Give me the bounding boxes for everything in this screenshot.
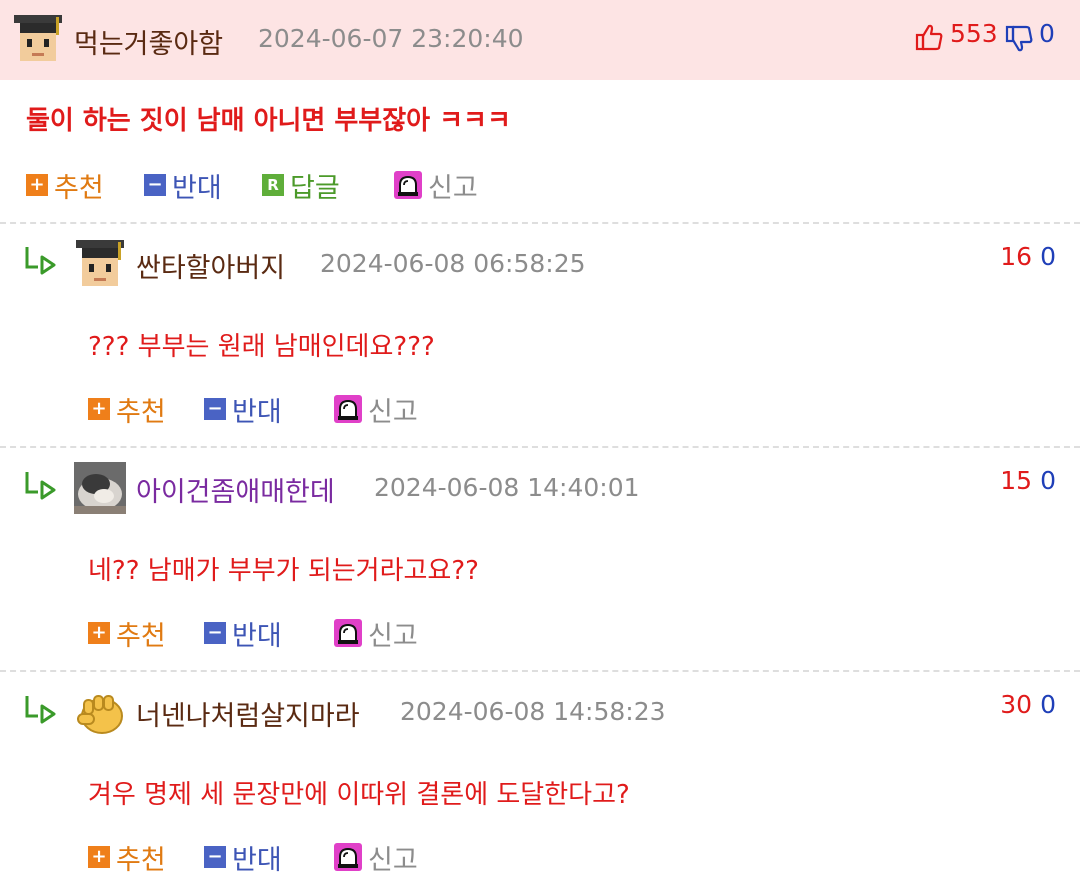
divider — [0, 222, 1080, 224]
plus-icon: + — [26, 174, 48, 196]
scholar-avatar-icon[interactable] — [12, 13, 64, 65]
minus-icon: − — [204, 398, 226, 420]
main-upvote-count: 553 — [950, 19, 998, 48]
siren-icon — [394, 171, 422, 199]
upvote-count: 16 — [1000, 242, 1033, 271]
reply-author-name[interactable]: 아이건좀애매한데 — [136, 470, 335, 509]
reply-actions: + 추천 − 반대 신고 — [88, 616, 468, 652]
downvote-count: 0 — [1040, 242, 1056, 271]
reply-author-name[interactable]: 너넨나처럼살지마라 — [136, 694, 360, 733]
downvote-count: 0 — [1040, 690, 1056, 719]
reply-vote-counts: 16 0 — [1000, 242, 1056, 271]
divider — [0, 446, 1080, 448]
scholar-avatar-icon[interactable] — [74, 238, 126, 290]
main-comment-header: 먹는거좋아함 2024-06-07 23:20:40 553 0 — [0, 0, 1080, 80]
reply-actions: + 추천 − 반대 신고 — [88, 840, 468, 876]
reply-text: ??? 부부는 원래 남매인데요??? — [88, 332, 435, 362]
reply-vote-counts: 30 0 — [1000, 690, 1056, 719]
reply-date: 2024-06-08 06:58:25 — [320, 249, 586, 278]
report-button[interactable]: 신고 — [334, 616, 418, 652]
comment-thread: 먹는거좋아함 2024-06-07 23:20:40 553 0 둘이 하는 짓… — [0, 0, 1080, 891]
recommend-button[interactable]: + 추천 — [26, 168, 104, 204]
reply-actions: + 추천 − 반대 신고 — [88, 392, 468, 428]
upvote-count: 30 — [1000, 690, 1033, 719]
reply-arrow-icon — [25, 247, 56, 275]
main-comment-actions: + 추천 − 반대 R 답글 신고 — [26, 168, 546, 204]
siren-icon — [334, 395, 362, 423]
reply-date: 2024-06-08 14:58:23 — [400, 697, 666, 726]
reply-r-icon: R — [262, 174, 284, 196]
reply-date: 2024-06-08 14:40:01 — [374, 473, 640, 502]
photo-avatar[interactable] — [74, 462, 126, 514]
report-button[interactable]: 신고 — [394, 168, 478, 204]
recommend-button[interactable]: + 추천 — [88, 616, 166, 652]
oppose-button[interactable]: − 반대 — [144, 168, 222, 204]
recommend-button[interactable]: + 추천 — [88, 840, 166, 876]
main-comment-text: 둘이 하는 짓이 남매 아니면 부부잖아 ㅋㅋㅋ — [26, 106, 511, 136]
thumbs-down-icon[interactable] — [1004, 24, 1034, 54]
reply-text: 네?? 남매가 부부가 되는거라고요?? — [88, 556, 479, 586]
plus-icon: + — [88, 622, 110, 644]
fist-avatar-icon[interactable] — [74, 686, 126, 738]
minus-icon: − — [144, 174, 166, 196]
thumbs-up-icon[interactable] — [914, 22, 944, 52]
main-author-name[interactable]: 먹는거좋아함 — [74, 22, 223, 61]
plus-icon: + — [88, 398, 110, 420]
reply-button[interactable]: R 답글 — [262, 168, 340, 204]
recommend-button[interactable]: + 추천 — [88, 392, 166, 428]
report-button[interactable]: 신고 — [334, 840, 418, 876]
report-button[interactable]: 신고 — [334, 392, 418, 428]
main-downvote-count: 0 — [1039, 19, 1055, 48]
reply-vote-counts: 15 0 — [1000, 466, 1056, 495]
oppose-button[interactable]: − 반대 — [204, 616, 282, 652]
main-comment-date: 2024-06-07 23:20:40 — [258, 24, 524, 53]
reply-arrow-icon — [25, 472, 56, 500]
minus-icon: − — [204, 846, 226, 868]
divider — [0, 670, 1080, 672]
upvote-count: 15 — [1000, 466, 1033, 495]
plus-icon: + — [88, 846, 110, 868]
reply-author-name[interactable]: 싼타할아버지 — [136, 246, 285, 285]
oppose-button[interactable]: − 반대 — [204, 840, 282, 876]
siren-icon — [334, 619, 362, 647]
siren-icon — [334, 843, 362, 871]
minus-icon: − — [204, 622, 226, 644]
reply-arrow-icon — [25, 696, 56, 724]
downvote-count: 0 — [1040, 466, 1056, 495]
reply-text: 겨우 명제 세 문장만에 이따위 결론에 도달한다고? — [88, 780, 630, 810]
oppose-button[interactable]: − 반대 — [204, 392, 282, 428]
